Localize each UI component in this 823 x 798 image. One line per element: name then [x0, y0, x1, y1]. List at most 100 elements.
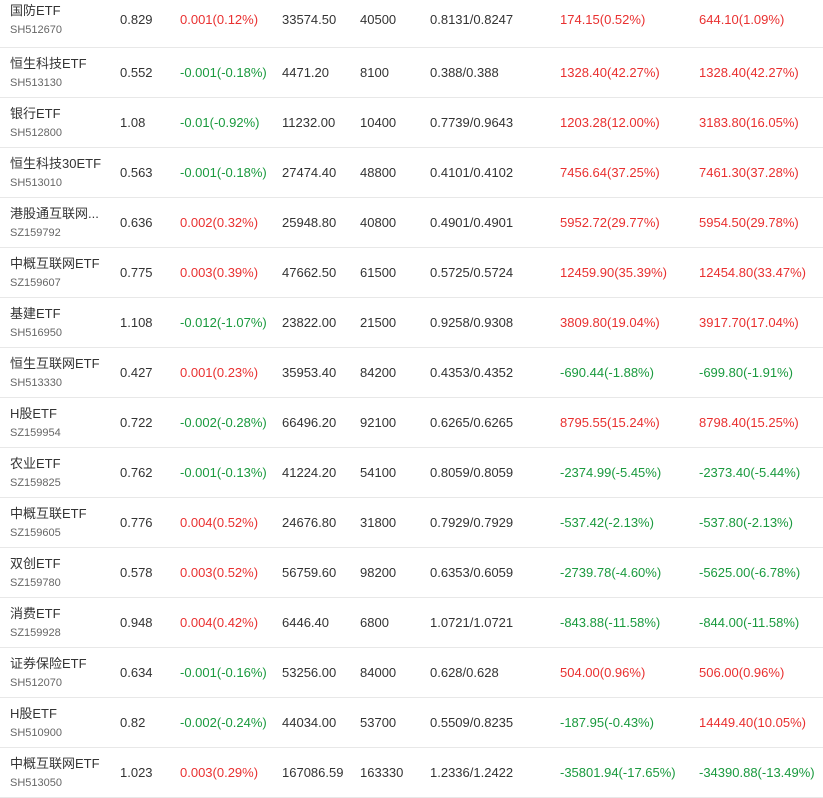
table-row[interactable]: 农业ETF SZ159825 0.762 -0.001(-0.13%) 4122…	[0, 448, 823, 498]
table-row[interactable]: 银行ETF SH512800 1.08 -0.01(-0.92%) 11232.…	[0, 98, 823, 148]
quantity-cell: 31800	[360, 515, 397, 530]
profit-loss-cell: -2739.78(-4.60%)	[560, 565, 662, 580]
quantity-cell: 84200	[360, 365, 397, 380]
fund-cell: H股ETF SH510900	[10, 698, 110, 747]
price-cell: 0.427	[120, 365, 153, 380]
quantity-cell: 48800	[360, 165, 397, 180]
market-value-cell: 41224.20	[282, 465, 337, 480]
fund-name-link[interactable]: H股ETF	[10, 405, 57, 422]
price-cell: 0.563	[120, 165, 153, 180]
fund-code: SZ159928	[10, 626, 61, 639]
fund-code: SH513130	[10, 76, 62, 89]
change-cell: 0.003(0.52%)	[180, 565, 259, 580]
quantity-cell: 98200	[360, 565, 397, 580]
price-cell: 0.552	[120, 65, 153, 80]
quantity-cell: 61500	[360, 265, 397, 280]
cost-price-cell: 0.9258/0.9308	[430, 315, 514, 330]
quantity-cell: 40800	[360, 215, 397, 230]
table-row[interactable]: 中概互联网ETF SZ159607 0.775 0.003(0.39%) 476…	[0, 248, 823, 298]
fund-name-link[interactable]: 恒生科技30ETF	[10, 155, 101, 172]
fund-code: SH512670	[10, 23, 62, 36]
price-cell: 0.948	[120, 615, 153, 630]
cost-price-cell: 0.5725/0.5724	[430, 265, 514, 280]
fund-name-link[interactable]: 银行ETF	[10, 105, 61, 122]
table-row[interactable]: 国防ETF SH512670 0.829 0.001(0.12%) 33574.…	[0, 0, 823, 48]
cost-price-cell: 0.6353/0.6059	[430, 565, 514, 580]
table-row[interactable]: 中概互联网ETF SH513050 1.023 0.003(0.29%) 167…	[0, 748, 823, 798]
market-value-cell: 27474.40	[282, 165, 337, 180]
market-value-cell: 11232.00	[282, 115, 336, 130]
market-value-cell: 24676.80	[282, 515, 337, 530]
change-cell: -0.002(-0.24%)	[180, 715, 267, 730]
price-cell: 0.636	[120, 215, 153, 230]
fund-name-link[interactable]: 基建ETF	[10, 305, 61, 322]
table-row[interactable]: 恒生互联网ETF SH513330 0.427 0.001(0.23%) 359…	[0, 348, 823, 398]
quantity-cell: 10400	[360, 115, 397, 130]
table-row[interactable]: H股ETF SZ159954 0.722 -0.002(-0.28%) 6649…	[0, 398, 823, 448]
cost-price-cell: 0.8131/0.8247	[430, 12, 514, 27]
table-row[interactable]: H股ETF SH510900 0.82 -0.002(-0.24%) 44034…	[0, 698, 823, 748]
fund-name-link[interactable]: 双创ETF	[10, 555, 61, 572]
table-row[interactable]: 双创ETF SZ159780 0.578 0.003(0.52%) 56759.…	[0, 548, 823, 598]
table-row[interactable]: 恒生科技30ETF SH513010 0.563 -0.001(-0.18%) …	[0, 148, 823, 198]
fund-code: SZ159605	[10, 526, 61, 539]
market-value-cell: 23822.00	[282, 315, 337, 330]
quantity-cell: 92100	[360, 415, 397, 430]
fund-code: SH512800	[10, 126, 62, 139]
table-row[interactable]: 证券保险ETF SH512070 0.634 -0.001(-0.16%) 53…	[0, 648, 823, 698]
profit-loss-cell: 12459.90(35.39%)	[560, 265, 667, 280]
fund-name-link[interactable]: 中概互联ETF	[10, 505, 87, 522]
profit-loss-cell: -537.42(-2.13%)	[560, 515, 654, 530]
profit-loss-cell: 8795.55(15.24%)	[560, 415, 660, 430]
fund-name-link[interactable]: 农业ETF	[10, 455, 61, 472]
fund-cell: 中概互联网ETF SH513050	[10, 748, 110, 797]
fund-name-link[interactable]: 港股通互联网...	[10, 205, 99, 222]
total-profit-loss-cell: 506.00(0.96%)	[699, 665, 785, 680]
change-cell: 0.002(0.32%)	[180, 215, 259, 230]
fund-code: SZ159825	[10, 476, 61, 489]
fund-name-link[interactable]: 消费ETF	[10, 605, 61, 622]
quantity-cell: 21500	[360, 315, 397, 330]
fund-cell: 基建ETF SH516950	[10, 298, 110, 347]
cost-price-cell: 0.5509/0.8235	[430, 715, 514, 730]
fund-name-link[interactable]: H股ETF	[10, 705, 57, 722]
change-cell: 0.001(0.23%)	[180, 365, 259, 380]
total-profit-loss-cell: -699.80(-1.91%)	[699, 365, 793, 380]
table-row[interactable]: 中概互联ETF SZ159605 0.776 0.004(0.52%) 2467…	[0, 498, 823, 548]
fund-code: SH513050	[10, 776, 62, 789]
change-cell: -0.01(-0.92%)	[180, 115, 260, 130]
fund-name-link[interactable]: 恒生互联网ETF	[10, 355, 100, 372]
cost-price-cell: 0.628/0.628	[430, 665, 499, 680]
fund-name-link[interactable]: 国防ETF	[10, 2, 61, 19]
change-cell: 0.004(0.42%)	[180, 615, 259, 630]
fund-code: SH513010	[10, 176, 62, 189]
market-value-cell: 56759.60	[282, 565, 337, 580]
total-profit-loss-cell: 12454.80(33.47%)	[699, 265, 806, 280]
fund-code: SZ159607	[10, 276, 61, 289]
change-cell: 0.004(0.52%)	[180, 515, 259, 530]
total-profit-loss-cell: 7461.30(37.28%)	[699, 165, 799, 180]
quantity-cell: 84000	[360, 665, 397, 680]
fund-name-link[interactable]: 中概互联网ETF	[10, 255, 100, 272]
quantity-cell: 163330	[360, 765, 404, 780]
table-row[interactable]: 恒生科技ETF SH513130 0.552 -0.001(-0.18%) 44…	[0, 48, 823, 98]
change-cell: 0.003(0.39%)	[180, 265, 259, 280]
price-cell: 0.82	[120, 715, 146, 730]
price-cell: 0.578	[120, 565, 153, 580]
profit-loss-cell: 5952.72(29.77%)	[560, 215, 660, 230]
market-value-cell: 53256.00	[282, 665, 337, 680]
total-profit-loss-cell: 14449.40(10.05%)	[699, 715, 806, 730]
cost-price-cell: 0.4101/0.4102	[430, 165, 514, 180]
change-cell: -0.001(-0.18%)	[180, 165, 267, 180]
fund-name-link[interactable]: 证券保险ETF	[10, 655, 87, 672]
profit-loss-cell: 174.15(0.52%)	[560, 12, 646, 27]
fund-name-link[interactable]: 恒生科技ETF	[10, 55, 87, 72]
table-row[interactable]: 基建ETF SH516950 1.108 -0.012(-1.07%) 2382…	[0, 298, 823, 348]
price-cell: 0.776	[120, 515, 153, 530]
table-row[interactable]: 消费ETF SZ159928 0.948 0.004(0.42%) 6446.4…	[0, 598, 823, 648]
table-row[interactable]: 港股通互联网... SZ159792 0.636 0.002(0.32%) 25…	[0, 198, 823, 248]
fund-name-link[interactable]: 中概互联网ETF	[10, 755, 100, 772]
profit-loss-cell: -187.95(-0.43%)	[560, 715, 654, 730]
total-profit-loss-cell: -844.00(-11.58%)	[699, 615, 800, 630]
holdings-table: 国防ETF SH512670 0.829 0.001(0.12%) 33574.…	[0, 0, 823, 798]
